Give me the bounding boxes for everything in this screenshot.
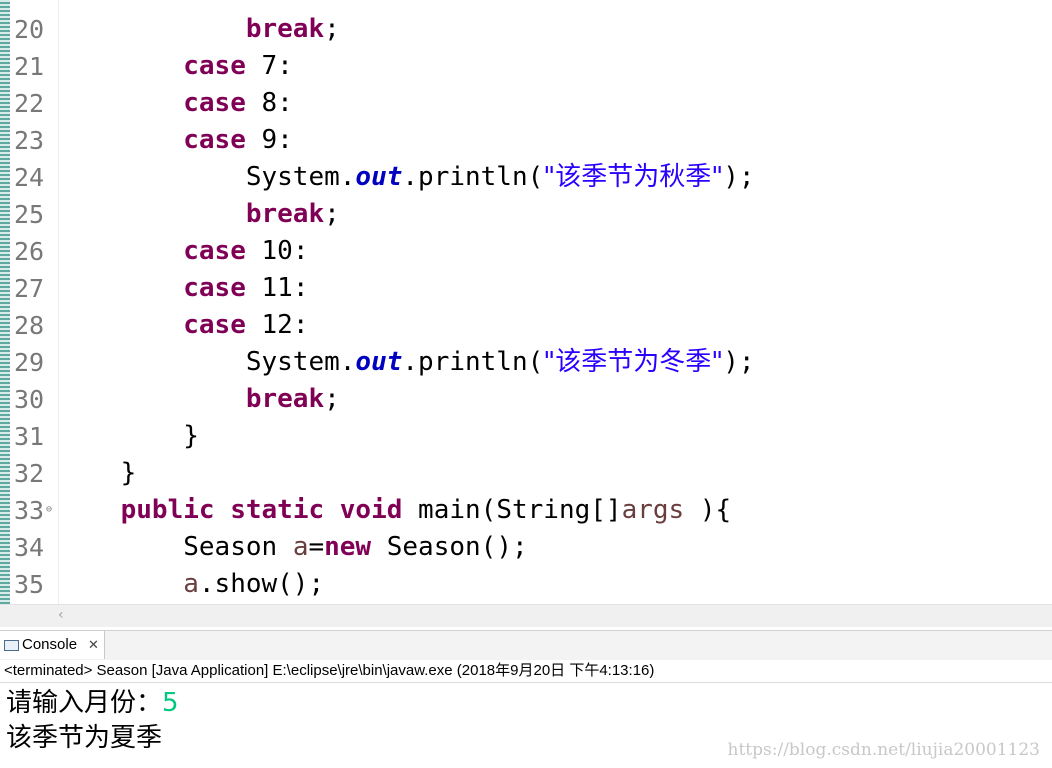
code-token: 11: [245, 273, 309, 303]
console-status-text: <terminated> Season [Java Application] E… [4, 662, 655, 679]
line-number: 34 [14, 533, 45, 562]
horizontal-scrollbar[interactable]: ‹ [0, 604, 1052, 627]
variable-token: a [292, 532, 309, 562]
code-token: Season(); [371, 532, 528, 562]
field-token: out [355, 162, 403, 192]
code-token: .show(); [198, 569, 325, 599]
keyword-token: void [339, 495, 403, 525]
line-number: 23 [14, 126, 45, 155]
close-icon[interactable]: ✕ [88, 631, 99, 659]
tab-console[interactable]: Console ✕ [0, 631, 105, 659]
code-token: System. [245, 162, 356, 192]
code-text: break; [58, 11, 340, 48]
keyword-token: case [183, 273, 246, 303]
console-prompt: 请输入月份： [6, 688, 163, 718]
code-text: } [58, 455, 137, 492]
keyword-token: case [183, 236, 246, 266]
keyword-token: case [183, 88, 246, 118]
code-token: ; [324, 384, 340, 414]
code-text: case 9: [58, 122, 293, 159]
fold-toggle-icon[interactable]: ⊖ [46, 505, 52, 515]
console-tabbar: Console ✕ [0, 630, 1052, 661]
string-token: "该季节为冬季" [543, 347, 724, 377]
string-token: "该季节为秋季" [543, 162, 724, 192]
line-number: 30 [14, 385, 45, 414]
line-number: 22 [14, 89, 45, 118]
code-token: 12: [245, 310, 309, 340]
code-text: a.show(); [58, 566, 324, 603]
code-token: ){ [684, 495, 732, 525]
code-text: case 7: [58, 48, 293, 85]
code-token: 7: [245, 51, 293, 81]
code-token: ); [723, 347, 755, 377]
code-token: ; [324, 14, 340, 44]
code-token: } [120, 458, 137, 488]
keyword-token: case [183, 310, 246, 340]
code-token: 9: [245, 125, 293, 155]
code-token: ; [324, 199, 340, 229]
console-line: 请输入月份：5 [6, 685, 179, 721]
watermark: https://blog.csdn.net/liujia20001123 [727, 740, 1040, 760]
line-number: 35 [14, 570, 45, 599]
code-text: public static void main(String[]args ){ [58, 492, 732, 529]
code-text: case 11: [58, 270, 308, 307]
code-token: ); [723, 162, 755, 192]
keyword-token: new [324, 532, 372, 562]
tab-console-label: Console [22, 636, 78, 653]
line-number: 21 [14, 52, 45, 81]
code-token: .println( [402, 347, 544, 377]
keyword-token: public [120, 495, 215, 525]
line-number: 20 [14, 15, 45, 44]
code-text: break; [58, 381, 340, 418]
code-token: 8: [245, 88, 293, 118]
code-text: } [58, 418, 199, 455]
variable-token: args [621, 495, 685, 525]
keyword-token: break [245, 14, 325, 44]
line-number: 28 [14, 311, 45, 340]
line-number: 29 [14, 348, 45, 377]
code-text: System.out.println("该季节为冬季"); [58, 344, 755, 381]
line-number: 26 [14, 237, 45, 266]
field-token: out [355, 347, 403, 377]
code-token: } [183, 421, 199, 451]
code-token: Season [183, 532, 293, 562]
variable-token: a [183, 569, 199, 599]
console-result: 该季节为夏季 [6, 723, 163, 753]
console-icon [4, 640, 19, 651]
code-text: case 12: [58, 307, 308, 344]
code-token: = [308, 532, 325, 562]
code-editor[interactable]: 20 break; 21 case 7: 22 case 8: 23 case 9: 2… [0, 0, 1052, 604]
line-number: 24 [14, 163, 45, 192]
console-status-bar: <terminated> Season [Java Application] E… [0, 660, 1052, 683]
console-input-value: 5 [162, 688, 179, 718]
keyword-token: break [245, 384, 325, 414]
code-text: break; [58, 196, 340, 233]
console-output[interactable]: 请输入月份：5 该季节为夏季 https://blog.csdn.net/liu… [0, 683, 1052, 768]
code-token: main(String[] [402, 495, 622, 525]
line-number: 27 [14, 274, 45, 303]
code-text: case 8: [58, 85, 293, 122]
keyword-token: case [183, 125, 246, 155]
line-number: 31 [14, 422, 45, 451]
line-number: 32 [14, 459, 45, 488]
code-token: System. [245, 347, 356, 377]
code-text: System.out.println("该季节为秋季"); [58, 159, 755, 196]
code-text: Season a=new Season(); [58, 529, 528, 566]
code-token: .println( [402, 162, 544, 192]
code-text: case 10: [58, 233, 308, 270]
code-token: 10: [245, 236, 309, 266]
scroll-left-icon[interactable]: ‹ [58, 607, 64, 623]
change-ruler [0, 0, 10, 604]
keyword-token: static [230, 495, 325, 525]
line-number: 25 [14, 200, 45, 229]
keyword-token: break [245, 199, 325, 229]
keyword-token: case [183, 51, 246, 81]
